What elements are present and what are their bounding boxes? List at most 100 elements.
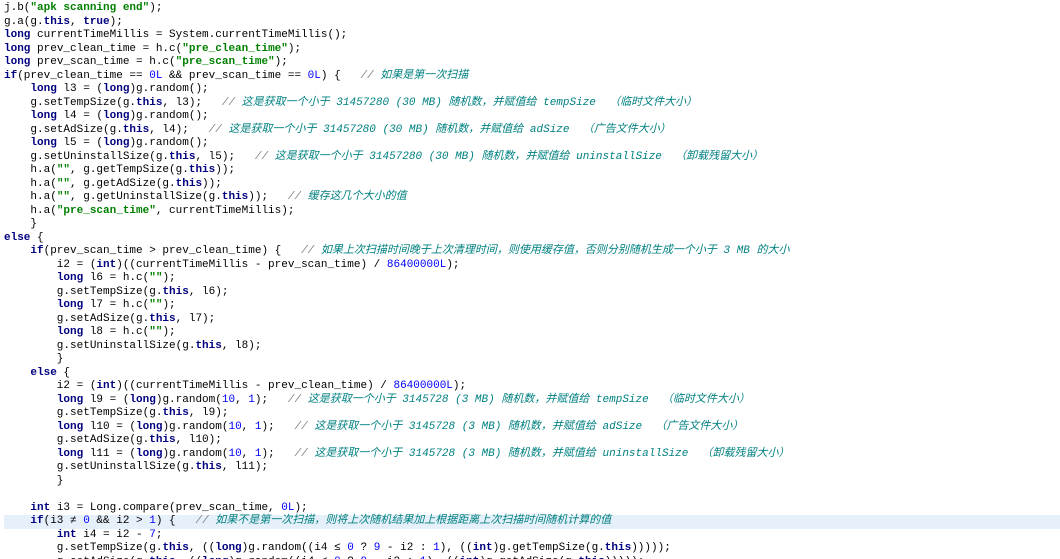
code-token: "" [57, 191, 70, 203]
code-token: int [96, 380, 116, 392]
code-token: int [460, 556, 480, 559]
code-token: "apk scanning end" [30, 2, 149, 14]
code-token: "" [149, 299, 162, 311]
code-token: 缓存这几个大小的值 [308, 191, 407, 203]
code-token: 1 [248, 394, 255, 406]
code-token: long [57, 448, 90, 460]
code-token: 1 [420, 556, 427, 559]
code-token: int [57, 529, 83, 541]
code-token: long [4, 56, 37, 68]
code-token: 0 [83, 515, 90, 527]
code-token: // [360, 70, 380, 82]
code-token: "" [57, 164, 70, 176]
code-token: // [209, 124, 229, 136]
code-token: 这是获取一个小于 31457280 (30 MB) 随机数，并赋值给 unins… [275, 151, 763, 163]
code-token: if [4, 70, 17, 82]
code-token: this [162, 407, 188, 419]
code-token: long [103, 83, 129, 95]
code-token: 86400000L [387, 259, 446, 271]
code-token: this [176, 178, 202, 190]
code-token: long [57, 394, 90, 406]
code-token: this [578, 556, 604, 559]
code-token: 0L [281, 502, 294, 514]
code-token: long [57, 326, 90, 338]
code-token: // [288, 191, 308, 203]
code-token: "pre_scan_time" [176, 56, 275, 68]
code-token: // [195, 515, 215, 527]
code-token: this [605, 542, 631, 554]
code-token: // [288, 394, 308, 406]
highlighted-line: if(i3 ≠ 0 && i2 > 1) { // 如果不是第一次扫描，则将上次… [4, 515, 1060, 529]
code-token: 0L [308, 70, 321, 82]
code-token: // [295, 448, 315, 460]
code-token: this [169, 151, 195, 163]
code-token: this [149, 313, 175, 325]
code-token: "" [57, 178, 70, 190]
code-token: if [30, 515, 43, 527]
code-token: // [255, 151, 275, 163]
code-token: this [162, 542, 188, 554]
code-token: "pre_clean_time" [182, 43, 288, 55]
code-token: // [301, 245, 321, 257]
code-token: 10 [228, 448, 241, 460]
code-token: // [295, 421, 315, 433]
code-token: long [136, 448, 162, 460]
code-token: long [202, 556, 228, 559]
code-token: this [149, 556, 175, 559]
code-token: 这是获取一个小于 3145728 (3 MB) 随机数，并赋值给 adSize … [314, 421, 743, 433]
code-token: long [103, 137, 129, 149]
code-token: int [96, 259, 116, 271]
code-token: 1 [433, 542, 440, 554]
code-token: long [4, 29, 37, 41]
code-token: true [83, 16, 109, 28]
code-token: long [57, 421, 90, 433]
code-token: long [4, 43, 37, 55]
code-token: 这是获取一个小于 3145728 (3 MB) 随机数，并赋值给 tempSiz… [308, 394, 750, 406]
code-token: 这是获取一个小于 31457280 (30 MB) 随机数，并赋值给 adSiz… [228, 124, 670, 136]
code-token: 这是获取一个小于 31457280 (30 MB) 随机数，并赋值给 tempS… [242, 97, 697, 109]
code-token: long [57, 272, 90, 284]
code-token: 10 [222, 394, 235, 406]
code-token: long [30, 137, 63, 149]
code-token: this [136, 97, 162, 109]
code-token: long [103, 110, 129, 122]
code-token: "" [149, 272, 162, 284]
code-token: // [222, 97, 242, 109]
code-token: this [222, 191, 248, 203]
code-token: 1 [255, 448, 262, 460]
code-token: 7 [149, 529, 156, 541]
code-token: "pre_scan_time" [57, 205, 156, 217]
code-token: 0 [334, 556, 341, 559]
code-token: 9 [361, 556, 368, 559]
code-token: 1 [255, 421, 262, 433]
code-token: else [4, 232, 37, 244]
code-token: this [149, 434, 175, 446]
code-editor[interactable]: j.b("apk scanning end"); g.a(g.this, tru… [0, 0, 1060, 559]
code-token: long [215, 542, 241, 554]
code-token: long [30, 110, 63, 122]
code-token: this [123, 124, 149, 136]
code-token: 86400000L [393, 380, 452, 392]
code-token: long [57, 299, 90, 311]
code-token: this [195, 340, 221, 352]
code-token: int [30, 502, 56, 514]
code-token: this [44, 16, 70, 28]
code-token: if [30, 245, 43, 257]
code-token: 0L [149, 70, 162, 82]
code-token: 如果上次扫描时间晚于上次清理时间，则使用缓存值，否则分别随机生成一个小于 3 M… [321, 245, 790, 257]
code-token: this [195, 461, 221, 473]
code-token: 如果不是第一次扫描，则将上次随机结果加上根据距离上次扫描时间随机计算的值 [215, 515, 611, 527]
code-token: this [162, 286, 188, 298]
code-token: long [30, 83, 63, 95]
code-token: 这是获取一个小于 3145728 (3 MB) 随机数，并赋值给 uninsta… [314, 448, 789, 460]
code-token: 10 [228, 421, 241, 433]
code-token: "" [149, 326, 162, 338]
code-token: 1 [149, 515, 156, 527]
code-token: this [189, 164, 215, 176]
code-token: long [136, 421, 162, 433]
code-token: 如果是第一次扫描 [380, 70, 468, 82]
code-token: int [473, 542, 493, 554]
code-token: else [30, 367, 63, 379]
code-token: long [129, 394, 155, 406]
code-token: 0 [347, 542, 354, 554]
